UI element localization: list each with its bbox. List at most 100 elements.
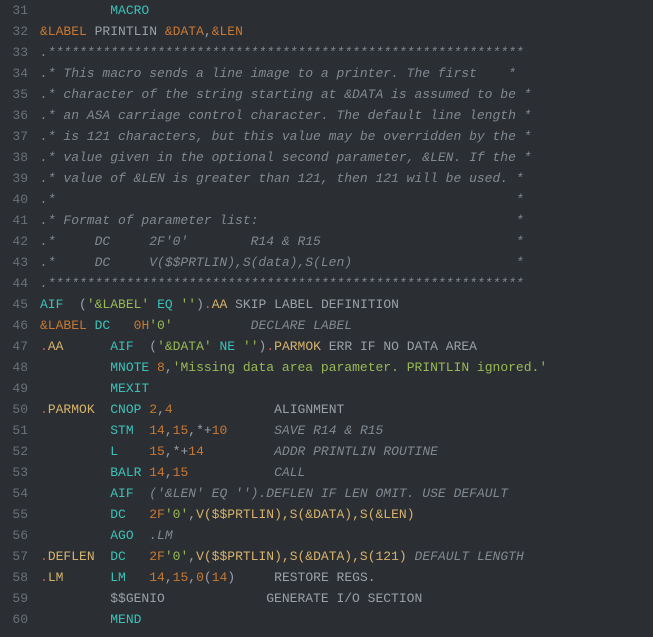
code-line[interactable]: .* value of &LEN is greater than 121, th… (40, 168, 547, 189)
code-line[interactable]: .* an ASA carriage control character. Th… (40, 105, 547, 126)
code-line[interactable]: .* Format of parameter list: * (40, 210, 547, 231)
code-line[interactable]: DC 2F'0',V($$PRTLIN),S(&DATA),S(&LEN) (40, 504, 547, 525)
token (63, 297, 79, 312)
line-number: 50 (0, 399, 28, 420)
token: DEFLEN (48, 549, 95, 564)
token: LM (110, 570, 126, 585)
token: 15 (173, 423, 189, 438)
token (407, 549, 415, 564)
token: .* Format of parameter list: * (40, 213, 524, 228)
token: , (204, 24, 212, 39)
token: AIF (110, 486, 133, 501)
code-line[interactable]: MEND (40, 609, 547, 630)
token: .* DC 2F'0' R14 & R15 * (40, 234, 524, 249)
token: 15 (149, 444, 165, 459)
line-number: 39 (0, 168, 28, 189)
code-line[interactable]: &LABEL DC 0H'0' DECLARE LABEL (40, 315, 547, 336)
code-line[interactable]: .DEFLEN DC 2F'0',V($$PRTLIN),S(&DATA),S(… (40, 546, 547, 567)
code-area[interactable]: MACRO&LABEL PRINTLIN &DATA,&LEN .********… (36, 0, 547, 630)
code-line[interactable]: .* is 121 characters, but this value may… (40, 126, 547, 147)
token (118, 444, 149, 459)
token: . (40, 402, 48, 417)
token: .***************************************… (40, 45, 524, 60)
token: . (266, 339, 274, 354)
line-number: 42 (0, 231, 28, 252)
code-line[interactable]: &LABEL PRINTLIN &DATA,&LEN (40, 21, 547, 42)
token (40, 486, 110, 501)
token: 15 (173, 570, 189, 585)
code-line[interactable]: AIF ('&LABEL' EQ '').AA SKIP LABEL DEFIN… (40, 294, 547, 315)
code-line[interactable]: .* character of the string starting at &… (40, 84, 547, 105)
token: 14 (149, 423, 165, 438)
token: CALL (274, 465, 305, 480)
line-number: 31 (0, 0, 28, 21)
token: DC (110, 507, 126, 522)
token: 15 (173, 465, 189, 480)
code-line[interactable]: MEXIT (40, 378, 547, 399)
token: 2F (149, 549, 165, 564)
code-line[interactable]: STM 14,15,*+10 SAVE R14 & R15 (40, 420, 547, 441)
token: '0' (149, 318, 172, 333)
line-number: 52 (0, 441, 28, 462)
token: .* an ASA carriage control character. Th… (40, 108, 531, 123)
token (204, 444, 274, 459)
token (95, 549, 111, 564)
line-number: 56 (0, 525, 28, 546)
token: .* is 121 characters, but this value may… (40, 129, 531, 144)
code-line[interactable]: AGO .LM (40, 525, 547, 546)
code-line[interactable]: .LM LM 14,15,0(14) RESTORE REGS. (40, 567, 547, 588)
line-number: 49 (0, 378, 28, 399)
code-line[interactable]: .AA AIF ('&DATA' NE '').PARMOK ERR IF NO… (40, 336, 547, 357)
token (134, 423, 150, 438)
code-line[interactable]: MACRO (40, 0, 547, 21)
token: ALIGNMENT (173, 402, 345, 417)
code-editor: 3132333435363738394041424344454647484950… (0, 0, 653, 630)
token: 14 (188, 444, 204, 459)
token: '' (180, 297, 196, 312)
code-line[interactable]: .* * (40, 189, 547, 210)
line-number: 60 (0, 609, 28, 630)
token (40, 3, 110, 18)
token: ( (149, 339, 157, 354)
token: MEND (110, 612, 141, 627)
code-line[interactable]: $$GENIO GENERATE I/O SECTION (40, 588, 547, 609)
code-line[interactable]: .* DC 2F'0' R14 & R15 * (40, 231, 547, 252)
token: &LABEL (40, 24, 87, 39)
code-line[interactable]: BALR 14,15 CALL (40, 462, 547, 483)
token: , (165, 465, 173, 480)
token (134, 339, 150, 354)
token (95, 402, 111, 417)
code-line[interactable]: .* DC V($$PRTLIN),S(data),S(Len) * (40, 252, 547, 273)
line-number: 48 (0, 357, 28, 378)
code-line[interactable]: MNOTE 8,'Missing data area parameter. PR… (40, 357, 547, 378)
line-number: 51 (0, 420, 28, 441)
line-number: 57 (0, 546, 28, 567)
token: .* value of &LEN is greater than 121, th… (40, 171, 524, 186)
code-line[interactable]: AIF ('&LEN' EQ '').DEFLEN IF LEN OMIT. U… (40, 483, 547, 504)
token: 8 (157, 360, 165, 375)
token: '&DATA' (157, 339, 212, 354)
token: DC (110, 549, 126, 564)
token: PRINTLIN (95, 24, 157, 39)
token: RESTORE REGS. (235, 570, 375, 585)
token: , (188, 423, 196, 438)
code-line[interactable]: .***************************************… (40, 42, 547, 63)
code-line[interactable]: L 15,*+14 ADDR PRINTLIN ROUTINE (40, 441, 547, 462)
token: 0 (196, 570, 204, 585)
code-line[interactable]: .* value given in the optional second pa… (40, 147, 547, 168)
token (110, 318, 133, 333)
token (63, 339, 110, 354)
token: AA (48, 339, 64, 354)
code-line[interactable]: .PARMOK CNOP 2,4 ALIGNMENT (40, 399, 547, 420)
line-number: 55 (0, 504, 28, 525)
token: . (204, 297, 212, 312)
token (227, 423, 274, 438)
code-line[interactable]: .* This macro sends a line image to a pr… (40, 63, 547, 84)
line-number: 40 (0, 189, 28, 210)
token: &DATA (165, 24, 204, 39)
token: DEFAULT LENGTH (415, 549, 524, 564)
token: ADDR PRINTLIN ROUTINE (274, 444, 438, 459)
code-line[interactable]: .***************************************… (40, 273, 547, 294)
token: * (196, 423, 204, 438)
token (40, 423, 110, 438)
